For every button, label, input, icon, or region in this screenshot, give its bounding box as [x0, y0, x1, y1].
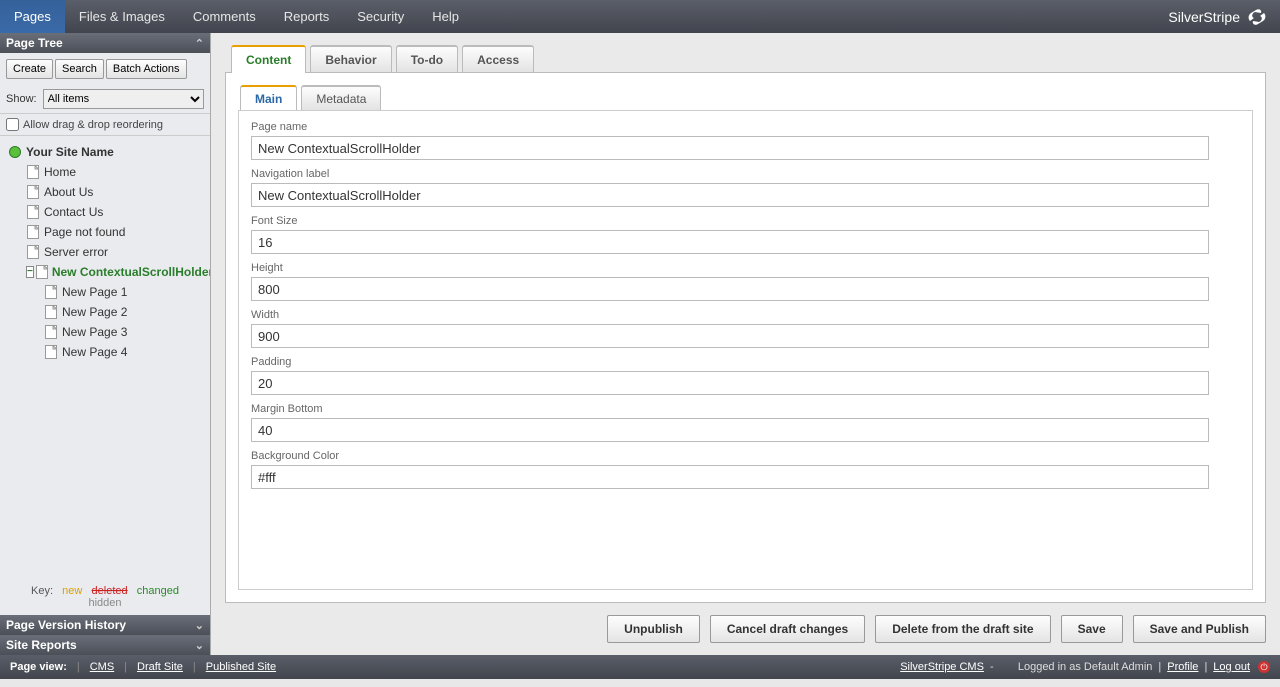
show-label: Show:: [6, 93, 37, 105]
subtab-main[interactable]: Main: [240, 85, 297, 111]
sidebar-toolbar: Create Search Batch Actions: [0, 53, 210, 85]
save-publish-button[interactable]: Save and Publish: [1133, 615, 1266, 643]
action-buttons: Unpublish Cancel draft changes Delete fr…: [225, 603, 1266, 643]
menu-reports[interactable]: Reports: [270, 0, 344, 33]
create-button[interactable]: Create: [6, 59, 53, 79]
search-button[interactable]: Search: [55, 59, 104, 79]
font-size-label: Font Size: [251, 215, 1240, 227]
page-icon: [26, 204, 40, 220]
primary-tabs: Content Behavior To-do Access: [231, 45, 1266, 73]
draft-site-link[interactable]: Draft Site: [137, 661, 183, 673]
tab-behavior[interactable]: Behavior: [310, 45, 391, 73]
tree-root[interactable]: Your Site Name: [4, 142, 206, 162]
menu-security[interactable]: Security: [343, 0, 418, 33]
margin-bottom-label: Margin Bottom: [251, 403, 1240, 415]
background-color-input[interactable]: [251, 465, 1209, 489]
page-icon: [26, 224, 40, 240]
form-area: Page name Navigation label Font Size Hei…: [238, 110, 1253, 590]
cancel-draft-button[interactable]: Cancel draft changes: [710, 615, 865, 643]
expand-icon: ⌄: [195, 639, 204, 652]
width-label: Width: [251, 309, 1240, 321]
published-site-link[interactable]: Published Site: [206, 661, 276, 673]
margin-bottom-input[interactable]: [251, 418, 1209, 442]
globe-icon: [8, 144, 22, 160]
content-area: Content Behavior To-do Access Main Metad…: [211, 33, 1280, 655]
page-tree-header[interactable]: Page Tree ⌃: [0, 33, 210, 53]
page-icon: [44, 304, 58, 320]
page-icon: [26, 244, 40, 260]
logout-icon[interactable]: ⏻: [1258, 661, 1270, 673]
allow-drag-row[interactable]: Allow drag & drop reordering: [0, 113, 210, 136]
save-button[interactable]: Save: [1061, 615, 1123, 643]
dash: -: [990, 661, 994, 673]
tab-content[interactable]: Content: [231, 45, 306, 73]
tab-todo[interactable]: To-do: [396, 45, 458, 73]
product-link[interactable]: SilverStripe CMS: [900, 661, 984, 673]
silverstripe-icon: [1246, 8, 1268, 26]
tree-item[interactable]: Contact Us: [22, 202, 206, 222]
subtab-metadata[interactable]: Metadata: [301, 85, 381, 111]
tree-collapse-icon[interactable]: −: [26, 266, 34, 278]
show-select[interactable]: All items: [43, 89, 204, 109]
tree-item-selected[interactable]: − New ContextualScrollHolder: [22, 262, 206, 282]
status-bar: Page view: | CMS | Draft Site | Publishe…: [0, 655, 1280, 679]
tree-item[interactable]: New Page 2: [40, 302, 206, 322]
page-tree: Your Site Name Home About Us Contact Us: [0, 136, 210, 579]
page-view-label: Page view:: [10, 661, 67, 673]
menu-pages[interactable]: Pages: [0, 0, 65, 33]
logged-in-label: Logged in as Default Admin: [1018, 661, 1153, 673]
cms-link[interactable]: CMS: [90, 661, 114, 673]
tree-item[interactable]: Home: [22, 162, 206, 182]
padding-label: Padding: [251, 356, 1240, 368]
logout-link[interactable]: Log out: [1213, 661, 1250, 673]
height-label: Height: [251, 262, 1240, 274]
profile-link[interactable]: Profile: [1167, 661, 1198, 673]
show-row: Show: All items: [0, 85, 210, 113]
tree-item[interactable]: About Us: [22, 182, 206, 202]
navigation-label-input[interactable]: [251, 183, 1209, 207]
height-input[interactable]: [251, 277, 1209, 301]
page-icon: [44, 324, 58, 340]
page-version-history-header[interactable]: Page Version History ⌄: [0, 615, 210, 635]
allow-drag-label: Allow drag & drop reordering: [23, 119, 163, 131]
font-size-input[interactable]: [251, 230, 1209, 254]
page-name-input[interactable]: [251, 136, 1209, 160]
panel-body: Main Metadata Page name Navigation label…: [225, 72, 1266, 603]
collapse-icon: ⌃: [195, 37, 204, 50]
menu-files-images[interactable]: Files & Images: [65, 0, 179, 33]
menu-help[interactable]: Help: [418, 0, 473, 33]
delete-draft-button[interactable]: Delete from the draft site: [875, 615, 1050, 643]
secondary-tabs: Main Metadata: [240, 85, 1253, 111]
batch-actions-button[interactable]: Batch Actions: [106, 59, 187, 79]
tree-item[interactable]: Page not found: [22, 222, 206, 242]
page-icon: [26, 184, 40, 200]
tree-key: Key: new deleted changed hidden: [0, 579, 210, 615]
page-icon: [44, 284, 58, 300]
background-color-label: Background Color: [251, 450, 1240, 462]
page-icon: [36, 264, 48, 280]
brand-logo: SilverStripe: [1168, 8, 1268, 26]
allow-drag-checkbox[interactable]: [6, 118, 19, 131]
page-name-label: Page name: [251, 121, 1240, 133]
page-icon: [26, 164, 40, 180]
menu-comments[interactable]: Comments: [179, 0, 270, 33]
site-reports-header[interactable]: Site Reports ⌄: [0, 635, 210, 655]
tree-item[interactable]: Server error: [22, 242, 206, 262]
unpublish-button[interactable]: Unpublish: [607, 615, 700, 643]
tree-item[interactable]: New Page 4: [40, 342, 206, 362]
padding-input[interactable]: [251, 371, 1209, 395]
tree-item[interactable]: New Page 1: [40, 282, 206, 302]
expand-icon: ⌄: [195, 619, 204, 632]
tab-access[interactable]: Access: [462, 45, 534, 73]
page-icon: [44, 344, 58, 360]
sidebar: Page Tree ⌃ Create Search Batch Actions …: [0, 33, 211, 655]
navigation-label-label: Navigation label: [251, 168, 1240, 180]
tree-item[interactable]: New Page 3: [40, 322, 206, 342]
width-input[interactable]: [251, 324, 1209, 348]
top-menu: Pages Files & Images Comments Reports Se…: [0, 0, 1280, 33]
